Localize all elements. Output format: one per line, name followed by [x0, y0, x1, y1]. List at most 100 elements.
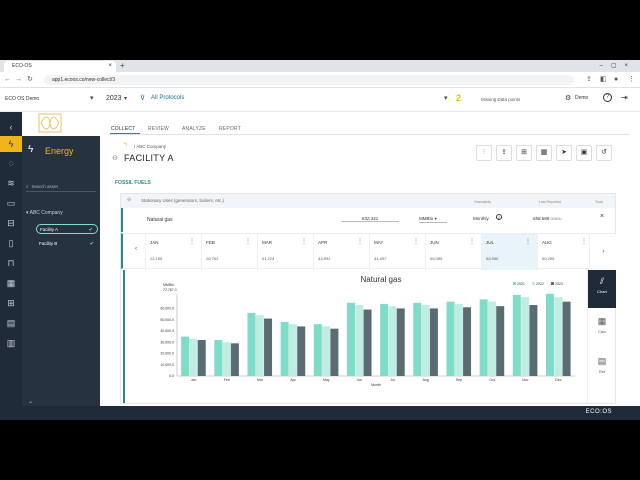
transport-icon[interactable]: ⊟: [4, 216, 18, 230]
menu-icon[interactable]: ‹: [4, 120, 18, 134]
share-icon[interactable]: ⇪: [586, 75, 592, 85]
month-value-input[interactable]: 51,224: [262, 256, 274, 261]
reload-icon[interactable]: ↻: [27, 74, 33, 86]
month-cell-jul[interactable]: JUL ⋮ 59,590: [481, 234, 537, 270]
facility-item-a[interactable]: Facility A ✔: [36, 224, 98, 234]
check-icon[interactable]: ✓: [496, 214, 502, 220]
tab-analyze[interactable]: ANALYZE: [182, 126, 206, 132]
back-icon[interactable]: ←: [4, 74, 11, 86]
month-name: AUG: [542, 240, 552, 245]
missing-label[interactable]: Missing Data points: [481, 97, 520, 102]
tab-collect[interactable]: COLLECT: [111, 126, 135, 132]
x-tick-label: Aug: [423, 378, 429, 382]
vehicle-icon[interactable]: ▭: [4, 196, 18, 210]
chart-view-button[interactable]: ⫽ Chart: [588, 270, 616, 308]
x-tick-label: May: [323, 378, 330, 382]
upload-button[interactable]: ⇪: [496, 145, 512, 161]
more-options-icon[interactable]: ⋮: [245, 238, 251, 245]
send-button[interactable]: ➤: [556, 145, 572, 161]
breadcrumb[interactable]: / ABC Company: [134, 144, 166, 149]
profile-icon[interactable]: ●: [614, 75, 618, 85]
month-cell-apr[interactable]: APR ⋮ 43,891: [313, 234, 369, 270]
month-cell-feb[interactable]: FEB ⋮ 29,763: [201, 234, 257, 270]
info-icon[interactable]: ⊖: [112, 154, 118, 162]
new-tab-icon[interactable]: +: [120, 61, 125, 71]
month-value-input[interactable]: 59,089: [430, 256, 442, 261]
menu-icon[interactable]: ⋮: [628, 75, 635, 85]
user-name[interactable]: Demo: [575, 95, 588, 101]
more-options-icon[interactable]: ⋮: [413, 238, 419, 245]
assets-icon[interactable]: ▥: [4, 336, 18, 350]
grid-view-button[interactable]: ⊞: [516, 145, 532, 161]
month-cell-jun[interactable]: JUN ⋮ 59,089: [425, 234, 481, 270]
missing-count[interactable]: 2: [456, 93, 461, 103]
save-button[interactable]: ▣: [576, 145, 592, 161]
energy-icon[interactable]: ϟ: [0, 136, 22, 152]
month-value-input[interactable]: 43,891: [318, 256, 330, 261]
calc-view-button[interactable]: ▦ Calc: [588, 310, 616, 348]
company-tree-item[interactable]: ▾ ABC Company: [26, 210, 63, 216]
month-cell-jan[interactable]: JAN ⋮ 22,166: [145, 234, 201, 270]
close-tab-icon[interactable]: ×: [108, 61, 112, 72]
month-cell-mar[interactable]: MAR ⋮ 51,224: [257, 234, 313, 270]
year-selector[interactable]: 2023: [106, 95, 122, 102]
table-view-button[interactable]: ▦: [536, 145, 552, 161]
chevron-left-icon[interactable]: ‹: [135, 246, 137, 252]
forward-icon[interactable]: →: [15, 74, 22, 86]
collapse-icon[interactable]: ⊖: [127, 197, 131, 203]
wind-icon[interactable]: ≋: [4, 176, 18, 190]
month-value-input[interactable]: 60,289: [542, 256, 554, 261]
chevron-down-icon[interactable]: ▾: [90, 94, 94, 102]
more-options-icon[interactable]: ⋮: [189, 238, 195, 245]
water-icon[interactable]: ◌: [4, 156, 18, 170]
view-switcher: ⫽ Chart ▦ Calc ▤ Ref: [587, 270, 616, 403]
month-cell-aug[interactable]: AUG ⋮ 60,289: [537, 234, 593, 270]
bar-may-2022: [322, 326, 331, 376]
card-header[interactable]: ⊖ Stationary Uses (generators, boilers, …: [121, 194, 615, 208]
bar-feb-2021: [214, 339, 223, 376]
office-icon[interactable]: ▤: [4, 316, 18, 330]
source-total-input[interactable]: 632,341: [341, 216, 399, 222]
more-options-icon[interactable]: ⋮: [581, 238, 587, 245]
check-icon: ✔: [88, 227, 93, 233]
more-options-icon[interactable]: ⋮: [469, 238, 475, 245]
refrigerant-icon[interactable]: ▯: [4, 236, 18, 250]
url-field[interactable]: app1.ecoos.co/new-collect/3: [44, 75, 574, 85]
y-axis-label: MMBtu: [163, 283, 174, 287]
filter-tool-button[interactable]: ⫶: [476, 145, 492, 161]
month-value-input[interactable]: 29,763: [206, 256, 218, 261]
month-value-input[interactable]: 41,407: [374, 256, 386, 261]
ref-view-button[interactable]: ▤ Ref: [588, 350, 616, 388]
close-icon[interactable]: ×: [600, 213, 604, 220]
brand-name[interactable]: ECO OS Demo: [5, 96, 39, 102]
waste-icon[interactable]: ⊓: [4, 256, 18, 270]
help-icon[interactable]: ?: [603, 93, 612, 102]
extensions-icon[interactable]: ◧: [600, 75, 607, 85]
search-asset-input[interactable]: ⌕ Search asset: [26, 182, 96, 192]
window-controls[interactable]: –▢×: [599, 60, 636, 72]
chevron-down-icon[interactable]: ▾: [444, 94, 448, 102]
chevron-right-icon[interactable]: ›: [589, 234, 617, 270]
tab-review[interactable]: REVIEW: [148, 126, 169, 132]
bar-jul-2023: [396, 308, 405, 376]
month-value-input[interactable]: 22,166: [150, 256, 162, 261]
month-value-input[interactable]: 59,590: [486, 256, 498, 261]
chevron-down-icon[interactable]: ⌄: [28, 398, 33, 405]
history-button[interactable]: ↺: [596, 145, 612, 161]
building-icon[interactable]: ▦: [4, 276, 18, 290]
browser-tab[interactable]: ECO-OS ×: [4, 61, 116, 72]
factory-icon[interactable]: ⊞: [4, 296, 18, 310]
more-options-icon[interactable]: ⋮: [301, 238, 307, 245]
chevron-down-icon[interactable]: ▾: [124, 95, 127, 102]
logout-icon[interactable]: ⇥: [621, 93, 628, 102]
granularity-value[interactable]: Monthly: [473, 216, 489, 221]
tab-report[interactable]: REPORT: [219, 126, 241, 132]
facility-item-b[interactable]: Facility B ✔: [36, 239, 98, 249]
protocol-selector[interactable]: All Protocols: [151, 95, 184, 101]
month-cell-may[interactable]: MAY ⋮ 41,407: [369, 234, 425, 270]
unit-select[interactable]: MMBtu ▾: [419, 216, 447, 223]
energy-icon: ϟ: [124, 142, 128, 148]
more-options-icon[interactable]: ⋮: [525, 238, 531, 245]
more-options-icon[interactable]: ⋮: [357, 238, 363, 245]
gear-icon[interactable]: ⚙: [565, 94, 571, 102]
